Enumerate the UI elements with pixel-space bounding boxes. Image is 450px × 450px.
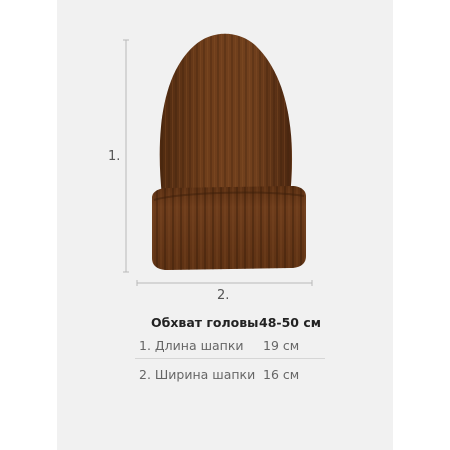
head-circumference-value: 48-50 см bbox=[259, 314, 321, 330]
width-dimension-label: 2. bbox=[217, 288, 230, 303]
hat-length-value: 19 см bbox=[263, 337, 300, 353]
hat-width-value: 16 см bbox=[263, 366, 300, 382]
head-circumference-label: Обхват головы bbox=[151, 314, 259, 330]
head-circumference-row: Обхват головы 48-50 см bbox=[135, 310, 325, 334]
hat-width-row: 2. Ширина шапки 16 см bbox=[135, 363, 325, 385]
height-dimension-label: 1. bbox=[108, 149, 121, 164]
hat-length-row: 1. Длина шапки 19 см bbox=[135, 334, 325, 356]
hat-length-label: 1. Длина шапки bbox=[139, 337, 244, 353]
size-table: Обхват головы 48-50 см 1. Длина шапки 19… bbox=[135, 310, 325, 385]
hat-width-label: 2. Ширина шапки bbox=[139, 366, 256, 382]
table-divider bbox=[135, 358, 325, 359]
knit-beanie-image bbox=[152, 33, 306, 270]
